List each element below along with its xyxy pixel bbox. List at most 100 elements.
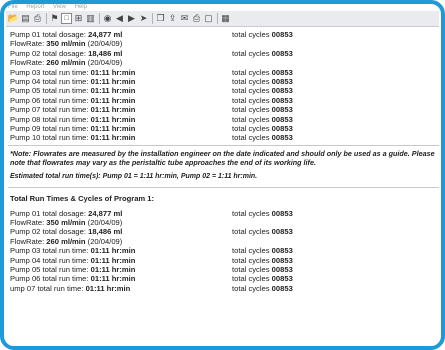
- table-row: Pump 05 total run time: 01:11 hr:min tota…: [10, 86, 437, 95]
- cycles-label: total cycles: [232, 133, 272, 143]
- cycles-cell: total cycles 00853: [232, 274, 437, 283]
- row-label-cell: Pump 05 total run time: 01:11 hr:min: [10, 265, 232, 274]
- cycles-value: 00853: [271, 208, 293, 218]
- cycles-cell: [232, 218, 437, 227]
- export-icon[interactable]: ⇪: [167, 13, 178, 24]
- row-label-cell: Pump 01 total dosage: 24,877 ml: [10, 30, 232, 39]
- row-label: FlowRate:: [10, 218, 47, 228]
- report-window: File Report View Help 📂 ▤ ⎙ ⚑ □ ⊞ ▥ ◉ ◀ …: [0, 0, 445, 350]
- divider: [8, 186, 439, 188]
- row-value: 24,877 ml: [88, 30, 123, 39]
- cycles-label: total cycles: [232, 274, 272, 284]
- row-label: FlowRate:: [10, 58, 47, 68]
- divider: [8, 144, 439, 146]
- row-label: Pump 02 total dosage:: [10, 48, 89, 58]
- cycles-value: 00853: [271, 67, 293, 77]
- save-icon[interactable]: ▤: [20, 13, 31, 24]
- copy-icon[interactable]: ❐: [155, 13, 166, 24]
- row-label: Pump 07 total run time:: [10, 105, 91, 115]
- print-icon[interactable]: ⎙: [32, 13, 43, 24]
- estimated-runtime: Estimated total run time(s): Pump 01 = 1…: [10, 172, 258, 180]
- row-label-cell: Pump 03 total run time: 01:11 hr:min: [10, 68, 232, 77]
- mail-icon[interactable]: ✉: [179, 13, 190, 24]
- table-row: ump 07 total run time: 01:11 hr:min total…: [10, 284, 437, 293]
- section-title: Total Run Times & Cycles of Program 1:: [10, 193, 155, 203]
- toolbar: 📂 ▤ ⎙ ⚑ □ ⊞ ▥ ◉ ◀ ▶ ➤ ❐ ⇪ ✉ ⎙ ▢ ▦: [6, 11, 439, 27]
- row-date: (20/04/09): [85, 58, 123, 68]
- chart-icon[interactable]: ▥: [85, 13, 96, 24]
- top-rows: Pump 01 total dosage: 24,877 ml total cyc…: [10, 30, 437, 143]
- blank-icon[interactable]: ▢: [203, 13, 214, 24]
- row-label-cell: ump 07 total run time: 01:11 hr:min: [10, 284, 232, 293]
- row-value: 260 ml/min: [46, 58, 86, 68]
- row-label-cell: Pump 01 total dosage: 24,877 ml: [10, 209, 232, 218]
- table-row: FlowRate: 350 ml/min (20/04/09): [10, 39, 437, 48]
- cycles-cell: total cycles 00853: [232, 96, 437, 105]
- cycles-label: total cycles: [232, 123, 272, 133]
- cycles-value: 00853: [271, 133, 293, 143]
- toolbar-separator: [152, 13, 153, 24]
- table-row: Pump 04 total run time: 01:11 hr:min tota…: [10, 256, 437, 265]
- cycles-cell: total cycles 00853: [232, 49, 437, 58]
- cycles-value: 00853: [271, 246, 293, 256]
- cycles-cell: total cycles 00853: [232, 68, 437, 77]
- cycles-cell: total cycles 00853: [232, 115, 437, 124]
- arrow-icon[interactable]: ➤: [138, 13, 149, 24]
- table-row: Pump 05 total run time: 01:11 hr:min tota…: [10, 265, 437, 274]
- new-doc-icon[interactable]: □: [61, 13, 72, 24]
- cycles-cell: total cycles 00853: [232, 246, 437, 255]
- cycles-value: 00853: [271, 283, 293, 293]
- row-label-cell: Pump 03 total run time: 01:11 hr:min: [10, 246, 232, 255]
- row-label: Pump 04 total run time:: [10, 76, 91, 86]
- row-value: 18,486 ml: [88, 48, 123, 58]
- table-row: Pump 08 total run time: 01:11 hr:min tota…: [10, 115, 437, 124]
- menu-file[interactable]: File: [8, 4, 18, 10]
- table-row: Pump 06 total run time: 01:11 hr:min tota…: [10, 96, 437, 105]
- row-date: (20/04/09): [85, 39, 123, 49]
- menu-help[interactable]: Help: [75, 4, 87, 10]
- open-icon[interactable]: 📂: [8, 13, 19, 24]
- cycles-value: 00853: [271, 265, 293, 275]
- zoom-icon[interactable]: ◉: [102, 13, 113, 24]
- table-row: Pump 09 total run time: 01:11 hr:min tota…: [10, 124, 437, 133]
- row-value: 01:11 hr:min: [90, 95, 136, 105]
- cycles-cell: [232, 58, 437, 67]
- note-text: Flowrates are measured by the installati…: [10, 148, 435, 167]
- table-row: Pump 02 total dosage: 18,486 ml total cyc…: [10, 227, 437, 236]
- menu-view[interactable]: View: [53, 4, 66, 10]
- cycles-cell: total cycles 00853: [232, 86, 437, 95]
- cycles-label: total cycles: [232, 265, 272, 275]
- row-value: 01:11 hr:min: [90, 133, 136, 143]
- flowrate-note: *Note: Flowrates are measured by the ins…: [10, 149, 437, 167]
- row-label: FlowRate:: [10, 236, 47, 246]
- row-label: Pump 09 total run time:: [10, 123, 91, 133]
- cycles-value: 00853: [271, 255, 293, 265]
- row-value: 01:11 hr:min: [90, 105, 136, 115]
- table-row: Pump 01 total dosage: 24,877 ml total cyc…: [10, 30, 437, 39]
- printer-icon[interactable]: ⎙: [191, 13, 202, 24]
- table-row: Pump 06 total run time: 01:11 hr:min tota…: [10, 274, 437, 283]
- row-label-cell: Pump 02 total dosage: 18,486 ml: [10, 227, 232, 236]
- row-label-cell: FlowRate: 260 ml/min (20/04/09): [10, 58, 232, 67]
- calendar-icon[interactable]: ▦: [220, 13, 231, 24]
- cycles-cell: total cycles 00853: [232, 209, 437, 218]
- table-row: FlowRate: 260 ml/min (20/04/09): [10, 237, 437, 246]
- cycles-label: total cycles: [232, 114, 272, 124]
- table-row: Pump 01 total dosage: 24,877 ml total cyc…: [10, 209, 437, 218]
- row-label-cell: Pump 08 total run time: 01:11 hr:min: [10, 115, 232, 124]
- note-heading: *Note:: [10, 148, 34, 158]
- toolbar-separator: [46, 13, 47, 24]
- cycles-cell: total cycles 00853: [232, 124, 437, 133]
- filter-icon[interactable]: ⚑: [49, 13, 60, 24]
- cycles-label: total cycles: [232, 283, 272, 293]
- cycles-label: total cycles: [232, 95, 272, 105]
- row-date: (20/04/09): [85, 236, 123, 246]
- prev-icon[interactable]: ◀: [114, 13, 125, 24]
- cycles-label: total cycles: [232, 86, 272, 96]
- menu-report[interactable]: Report: [26, 4, 44, 10]
- table-icon[interactable]: ⊞: [73, 13, 84, 24]
- row-label-cell: FlowRate: 350 ml/min (20/04/09): [10, 39, 232, 48]
- row-label: ump 07 total run time:: [10, 283, 86, 293]
- cycles-cell: total cycles 00853: [232, 284, 437, 293]
- next-icon[interactable]: ▶: [126, 13, 137, 24]
